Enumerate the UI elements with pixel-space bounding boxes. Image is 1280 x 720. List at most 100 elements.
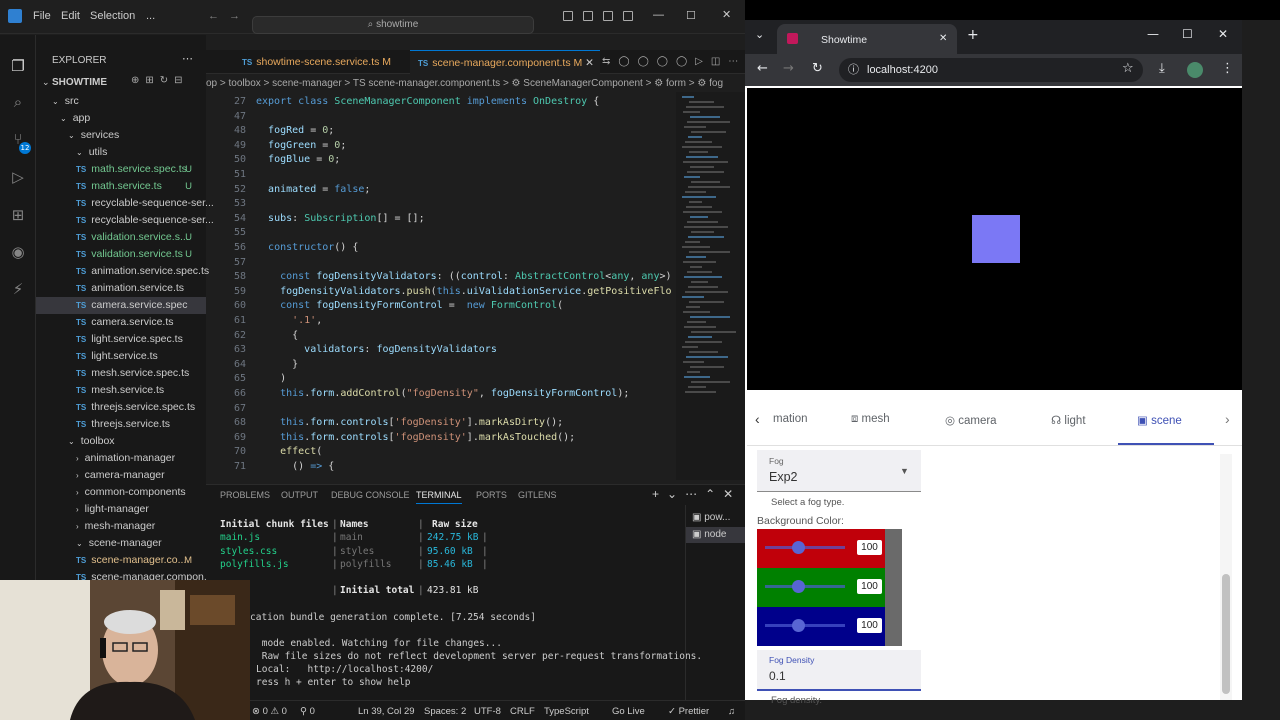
- tab-camera[interactable]: ◎ camera: [945, 413, 997, 427]
- panel-tab-terminal[interactable]: TERMINAL: [416, 490, 462, 504]
- github-icon[interactable]: ◉: [9, 243, 27, 261]
- profile-avatar[interactable]: [1187, 62, 1203, 78]
- toggle-panel-icon[interactable]: [583, 11, 593, 21]
- toggle-sidebar-icon[interactable]: [563, 11, 573, 21]
- url-field[interactable]: ⓘ localhost:4200: [839, 58, 1143, 82]
- maximize-icon[interactable]: ☐: [1182, 27, 1193, 41]
- tab-showtime-scene-service[interactable]: TS showtime-scene.service.ts M: [234, 50, 410, 74]
- tree-file[interactable]: TS threejs.service.ts: [36, 416, 206, 433]
- reload-icon[interactable]: ↻: [812, 61, 823, 76]
- tree-folder[interactable]: ⌄ scene-manager: [36, 535, 206, 552]
- tree-folder[interactable]: ⌄ src: [36, 93, 206, 110]
- tree-folder[interactable]: ⌄ toolbox: [36, 433, 206, 450]
- close-tab-icon[interactable]: ✕: [939, 33, 947, 44]
- tree-file[interactable]: TS recyclable-sequence-ser...: [36, 195, 214, 212]
- bookmark-star-icon[interactable]: ☆: [1122, 61, 1134, 76]
- remote-explorer-icon[interactable]: ⚡: [9, 280, 27, 298]
- code-line[interactable]: const fogDensityValidators: ((control: A…: [256, 271, 671, 282]
- red-slider-row[interactable]: 100: [757, 529, 885, 568]
- minimize-icon[interactable]: —: [653, 9, 664, 21]
- tree-file[interactable]: TS mesh.service.spec.ts: [36, 365, 206, 382]
- download-icon[interactable]: ⤓: [1159, 61, 1165, 76]
- tree-folder[interactable]: ⌄ services: [36, 127, 206, 144]
- blue-value[interactable]: 100: [857, 618, 882, 633]
- code-line[interactable]: }: [256, 359, 298, 370]
- minimap[interactable]: [676, 92, 745, 480]
- code-line[interactable]: ): [256, 373, 286, 384]
- threejs-canvas[interactable]: [747, 88, 1242, 390]
- tree-file[interactable]: TS light.service.spec.ts: [36, 331, 206, 348]
- tree-file[interactable]: TS light.service.ts: [36, 348, 206, 365]
- blue-slider-row[interactable]: 100: [757, 607, 885, 646]
- ports-status[interactable]: ⚲ 0: [300, 706, 315, 717]
- tab-scene-manager-component[interactable]: TS scene-manager.component.ts M ✕: [410, 50, 600, 74]
- code-line[interactable]: this.form.addControl("fogDensity", fogDe…: [256, 388, 629, 399]
- run-debug-icon[interactable]: ▷: [9, 168, 27, 186]
- tree-folder[interactable]: ⌄ app: [36, 110, 206, 127]
- code-line[interactable]: validators: fogDensityValidators: [256, 344, 497, 355]
- panel-tab-ports[interactable]: PORTS: [476, 490, 507, 500]
- toggle-secondary-sidebar-icon[interactable]: [603, 11, 613, 21]
- tree-folder[interactable]: › light-manager: [36, 501, 206, 518]
- chrome-menu-icon[interactable]: ⋮: [1221, 61, 1234, 76]
- site-info-icon[interactable]: ⓘ: [848, 58, 859, 82]
- command-center-search[interactable]: ⌕ showtime: [252, 16, 534, 34]
- fog-density-field[interactable]: Fog Density 0.1: [757, 650, 921, 691]
- code-line[interactable]: export class SceneManagerComponent imple…: [256, 96, 599, 107]
- panel-tab-problems[interactable]: PROBLEMS: [220, 490, 270, 500]
- tree-file[interactable]: TS camera.service.ts: [36, 314, 206, 331]
- encoding-status[interactable]: UTF-8: [474, 706, 501, 717]
- language-status[interactable]: TypeScript: [544, 706, 589, 717]
- tab-animation[interactable]: mation: [773, 413, 808, 425]
- panel-actions[interactable]: +⌄⋯⌃✕: [652, 487, 741, 501]
- tree-file[interactable]: TS camera.service.spec: [36, 297, 206, 314]
- panel-tab-debug-console[interactable]: DEBUG CONSOLE: [331, 490, 410, 500]
- root-folder[interactable]: SHOWTIME: [52, 77, 107, 88]
- search-icon[interactable]: ⌕: [9, 93, 27, 111]
- code-line[interactable]: () => {: [256, 461, 334, 472]
- notifications-icon[interactable]: ♫: [728, 706, 735, 717]
- code-line[interactable]: '.1',: [256, 315, 322, 326]
- code-line[interactable]: fogBlue = 0;: [256, 154, 340, 165]
- code-line[interactable]: const fogDensityFormControl = new FormCo…: [256, 300, 563, 311]
- eol-status[interactable]: CRLF: [510, 706, 535, 717]
- terminal-item-pwsh[interactable]: ▣ pow...: [692, 512, 730, 523]
- browser-tab-showtime[interactable]: Showtime ✕: [777, 24, 957, 54]
- tree-file[interactable]: TS recyclable-sequence-ser...: [36, 212, 214, 229]
- menu-edit[interactable]: Edit: [61, 10, 80, 22]
- extensions-icon[interactable]: ⊞: [9, 206, 27, 224]
- code-line[interactable]: fogGreen = 0;: [256, 140, 346, 151]
- code-line[interactable]: constructor() {: [256, 242, 358, 253]
- tree-file[interactable]: TS math.service.spec.ts U: [36, 161, 206, 178]
- chevron-right-icon[interactable]: ›: [1225, 411, 1230, 427]
- tree-file[interactable]: TS threejs.service.spec.ts: [36, 399, 206, 416]
- tree-folder[interactable]: › animation-manager: [36, 450, 206, 467]
- chevron-left-icon[interactable]: ‹: [755, 411, 760, 427]
- close-icon[interactable]: ✕: [722, 8, 731, 21]
- more-actions-icon[interactable]: ⋯: [182, 52, 193, 65]
- scrollbar-thumb[interactable]: [1222, 574, 1230, 694]
- indentation-status[interactable]: Spaces: 2: [424, 706, 466, 717]
- blue-slider-thumb[interactable]: [792, 619, 805, 632]
- tree-folder[interactable]: ⌄ utils: [36, 144, 206, 161]
- new-tab-icon[interactable]: +: [967, 27, 979, 43]
- tree-file[interactable]: TS mesh.service.ts: [36, 382, 206, 399]
- menu-more[interactable]: ...: [146, 10, 155, 22]
- breadcrumb[interactable]: op > toolbox > scene-manager > TS scene-…: [206, 76, 745, 92]
- chevron-down-icon[interactable]: ⌄: [42, 77, 50, 88]
- code-line[interactable]: fogDensityValidators.push(this.uiValidat…: [256, 286, 671, 297]
- maximize-icon[interactable]: ☐: [686, 9, 696, 22]
- fog-select[interactable]: Fog Exp2 ▼: [757, 450, 921, 492]
- code-line[interactable]: this.form.controls['fogDensity'].markAsT…: [256, 432, 575, 443]
- back-arrow-icon[interactable]: ←: [208, 10, 219, 22]
- close-window-icon[interactable]: ✕: [1218, 27, 1228, 41]
- code-editor[interactable]: 27 export class SceneManagerComponent imp…: [206, 92, 676, 480]
- tree-folder[interactable]: › mesh-manager: [36, 518, 206, 535]
- go-live-button[interactable]: Go Live: [612, 706, 645, 717]
- tab-search-icon[interactable]: ⌄: [755, 28, 764, 41]
- tree-folder[interactable]: › camera-manager: [36, 467, 206, 484]
- cursor-position[interactable]: Ln 39, Col 29: [358, 706, 415, 717]
- code-line[interactable]: {: [256, 330, 298, 341]
- forward-icon[interactable]: →: [783, 61, 794, 76]
- code-line[interactable]: this.form.controls['fogDensity'].markAsD…: [256, 417, 563, 428]
